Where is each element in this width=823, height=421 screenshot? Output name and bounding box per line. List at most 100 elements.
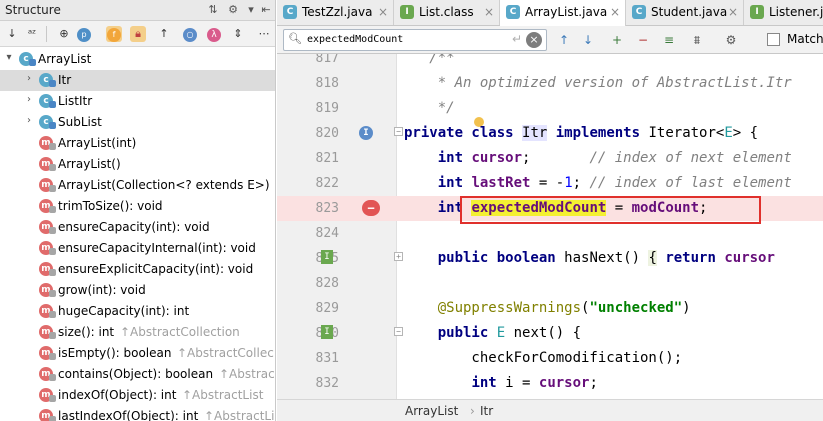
tree-item[interactable]: m hugeCapacity(int): int bbox=[0, 301, 275, 322]
code-area[interactable]: 817 /** 818 * An optimized version of Ab… bbox=[277, 54, 823, 399]
code-line-824: 824 bbox=[277, 221, 823, 246]
line-number: 832 bbox=[315, 376, 339, 391]
fold-marker-icon[interactable]: − bbox=[394, 327, 403, 336]
code-line-823: 823 − int expectedModCount = modCount; bbox=[277, 196, 823, 221]
tree-item[interactable]: m isEmpty(): boolean ↑AbstractCollec bbox=[0, 343, 275, 364]
line-number: 831 bbox=[315, 351, 339, 366]
collapse-panel-icon[interactable]: ⇅ bbox=[205, 2, 221, 18]
tree-item-label: ArrayList(int) bbox=[58, 136, 137, 150]
previous-occurrence-icon[interactable]: ↑ bbox=[556, 32, 572, 48]
tree-item[interactable]: › c ListItr bbox=[0, 91, 275, 112]
interface-file-icon: I bbox=[750, 5, 764, 19]
tree-item[interactable]: › c SubList bbox=[0, 112, 275, 133]
tab-file[interactable]: C ArrayList.java × bbox=[500, 0, 626, 26]
tree-item[interactable]: m ensureCapacity(int): void bbox=[0, 217, 275, 238]
settings-gear-icon[interactable]: ⚙ bbox=[225, 2, 241, 18]
tree-item[interactable]: m ArrayList(int) bbox=[0, 133, 275, 154]
match-case-label: Match bbox=[787, 32, 823, 46]
tree-item[interactable]: m contains(Object): boolean ↑Abstrac bbox=[0, 364, 275, 385]
close-tab-icon[interactable]: × bbox=[484, 5, 494, 19]
more-options-icon[interactable]: ⋯ bbox=[256, 26, 272, 42]
dropdown-icon[interactable]: ▾ bbox=[243, 2, 259, 18]
tree-item-label: grow(int): void bbox=[58, 283, 146, 297]
line-number: 829 bbox=[315, 301, 339, 316]
close-tab-icon[interactable]: × bbox=[378, 5, 388, 19]
tree-item[interactable]: m ensureExplicitCapacity(int): void bbox=[0, 259, 275, 280]
code-text: private class Itr implements Iterator<E>… bbox=[404, 125, 759, 141]
breadcrumb-item-itr[interactable]: Itr bbox=[480, 404, 493, 418]
visibility-icon bbox=[49, 332, 56, 339]
tree-item[interactable]: m trimToSize(): void bbox=[0, 196, 275, 217]
show-fields-icon[interactable]: p bbox=[76, 26, 92, 42]
visibility-icon bbox=[49, 395, 56, 402]
unselect-occurrence-icon[interactable]: − bbox=[635, 32, 651, 48]
line-number: 824 bbox=[315, 226, 339, 241]
sort-alphabetically-icon[interactable]: ᵃᶻ bbox=[24, 26, 40, 42]
sort-by-visibility-icon[interactable]: ↓ bbox=[4, 26, 20, 42]
breadcrumb-item-arraylist[interactable]: ArrayList bbox=[405, 404, 458, 418]
match-case-checkbox[interactable] bbox=[767, 33, 780, 46]
implements-marker-icon[interactable]: I bbox=[321, 250, 333, 264]
show-inherited-icon[interactable]: ↑ bbox=[156, 26, 172, 42]
tree-item[interactable]: ▾ c ArrayList bbox=[0, 49, 275, 70]
editor-tabs: C TestZzl.java × I List.class × C ArrayList.jav… bbox=[277, 0, 823, 26]
expand-all-icon[interactable]: ⇕ bbox=[230, 26, 246, 42]
visibility-icon bbox=[49, 290, 56, 297]
visibility-icon bbox=[49, 185, 56, 192]
code-text: * An optimized version of AbstractList.I… bbox=[404, 75, 792, 91]
code-text: /** bbox=[404, 54, 455, 66]
code-line-822: 822 int lastRet = -1; // index of last e… bbox=[277, 171, 823, 196]
code-line-828: 828 bbox=[277, 271, 823, 296]
tab-file[interactable]: C TestZzl.java × bbox=[277, 0, 394, 25]
filter-icon[interactable]: ⩩ bbox=[689, 32, 705, 48]
tree-item[interactable]: m ArrayList(Collection<? extends E>) bbox=[0, 175, 275, 196]
tree-item[interactable]: m indexOf(Object): int ↑AbstractList bbox=[0, 385, 275, 406]
chevron-right-icon[interactable]: › bbox=[24, 73, 34, 84]
add-selection-icon[interactable]: + bbox=[609, 32, 625, 48]
show-anonymous-icon[interactable]: ○ bbox=[182, 26, 198, 42]
tree-item[interactable]: m size(): int ↑AbstractCollection bbox=[0, 322, 275, 343]
visibility-icon bbox=[49, 353, 56, 360]
chevron-right-icon[interactable]: › bbox=[24, 115, 34, 126]
tab-file[interactable]: I List.class × bbox=[394, 0, 500, 25]
show-fields-f-icon[interactable]: f bbox=[106, 26, 122, 42]
clear-search-icon[interactable]: × bbox=[526, 32, 542, 48]
next-occurrence-icon[interactable]: ↓ bbox=[580, 32, 596, 48]
implementation-marker-icon[interactable]: I bbox=[359, 126, 373, 140]
show-non-public-icon[interactable]: 🔒︎ bbox=[130, 26, 146, 42]
tab-file[interactable]: C Student.java × bbox=[626, 0, 744, 25]
close-tab-icon[interactable]: × bbox=[610, 5, 620, 19]
find-settings-icon[interactable]: ⚙ bbox=[723, 32, 739, 48]
tree-item[interactable]: › c Itr bbox=[0, 70, 275, 91]
tree-item-label: ensureExplicitCapacity(int): void bbox=[58, 262, 254, 276]
tree-item[interactable]: m ArrayList() bbox=[0, 154, 275, 175]
tree-item[interactable]: m ensureCapacityInternal(int): void bbox=[0, 238, 275, 259]
find-field[interactable]: 🔍︎ expectedModCount ↵ × bbox=[283, 29, 547, 51]
breakpoint-error-icon[interactable]: − bbox=[362, 200, 380, 216]
show-lambdas-icon[interactable]: λ bbox=[206, 26, 222, 42]
tree-item[interactable]: m grow(int): void bbox=[0, 280, 275, 301]
hide-panel-icon[interactable]: ⇤ bbox=[258, 2, 274, 18]
visibility-icon bbox=[49, 227, 56, 234]
tree-item[interactable]: m lastIndexOf(Object): int ↑AbstractLis bbox=[0, 406, 275, 421]
code-text: checkForComodification(); bbox=[404, 350, 683, 366]
tab-label: TestZzl.java bbox=[302, 5, 373, 19]
line-number: 818 bbox=[315, 76, 339, 91]
implements-marker-icon[interactable]: I bbox=[321, 325, 333, 339]
structure-panel: Structure ⇅ ⚙ ▾ ⇤ ↓ ᵃᶻ ⊕ p f 🔒︎ ↑ ○ λ ⇕ … bbox=[0, 0, 276, 421]
close-tab-icon[interactable]: × bbox=[728, 5, 738, 19]
find-query[interactable]: expectedModCount bbox=[307, 34, 403, 45]
tab-file[interactable]: I Listener.ja bbox=[744, 0, 823, 25]
fold-expand-icon[interactable]: + bbox=[394, 252, 403, 261]
group-methods-icon[interactable]: ⊕ bbox=[56, 26, 72, 42]
fold-marker-icon[interactable]: − bbox=[394, 127, 403, 136]
chevron-down-icon[interactable]: ▾ bbox=[4, 52, 14, 63]
select-all-occurrences-icon[interactable]: ≡ bbox=[661, 32, 677, 48]
visibility-icon bbox=[49, 80, 56, 87]
search-icon[interactable]: 🔍︎ bbox=[288, 32, 302, 45]
tree-item-label: ArrayList bbox=[38, 52, 92, 66]
chevron-right-icon[interactable]: › bbox=[24, 94, 34, 105]
tree-item-label: ArrayList(Collection<? extends E>) bbox=[58, 178, 270, 192]
code-line-819: 819 */ bbox=[277, 96, 823, 121]
structure-titlebar: Structure ⇅ ⚙ ▾ ⇤ bbox=[0, 0, 275, 21]
